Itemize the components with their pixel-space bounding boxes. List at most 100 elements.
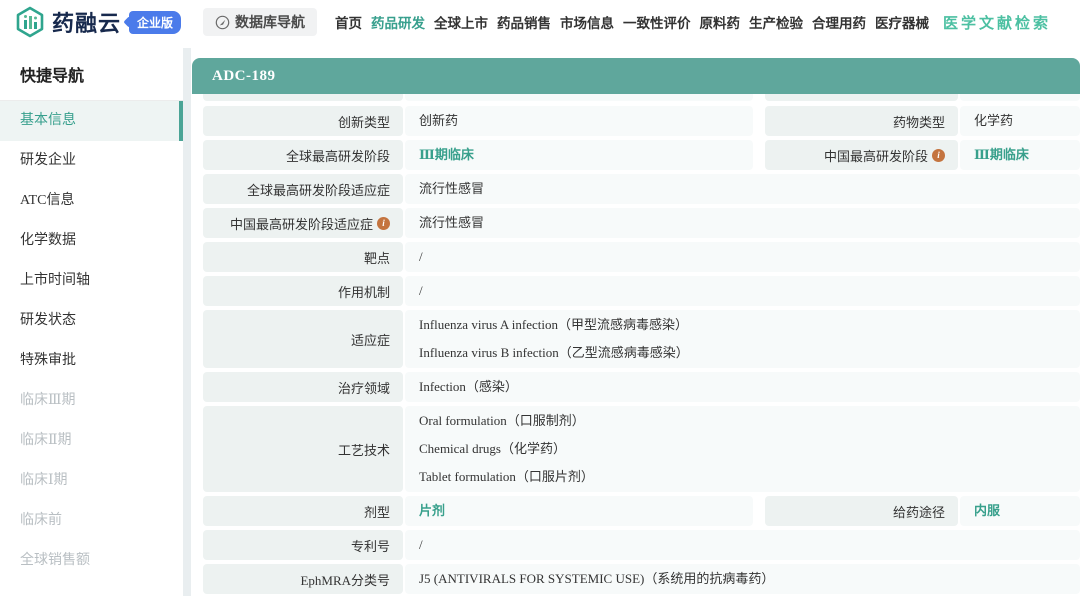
field-value: 创新药 <box>405 106 753 136</box>
value-text: / <box>419 531 1080 559</box>
sidebar-item[interactable]: 上市时间轴 <box>0 261 183 301</box>
sidebar-item: 临床Ⅲ期 <box>0 381 183 421</box>
value-text: Oral formulation（口服制剂） <box>419 407 1080 435</box>
sidebar-item[interactable]: 特殊审批 <box>0 341 183 381</box>
nav-item-link[interactable]: 原料药 <box>700 12 741 32</box>
nav-item-link[interactable]: 一致性评价 <box>623 12 691 32</box>
field-value: Ⅲ期临床 <box>405 140 753 170</box>
value-text: 流行性感冒 <box>419 209 1080 237</box>
database-nav-button[interactable]: 数据库导航 <box>203 8 317 36</box>
sidebar-item[interactable]: 基本信息 <box>0 101 183 141</box>
field-value: 片剂 <box>405 496 753 526</box>
field-value: Influenza virus A infection（甲型流感病毒感染）Inf… <box>405 310 1080 368</box>
sidebar-item[interactable]: 化学数据 <box>0 221 183 261</box>
sidebar-item: 临床Ⅰ期 <box>0 461 183 501</box>
table-row: 剂型片剂给药途径内服 <box>192 496 1080 526</box>
field-label: 药物类型 <box>765 106 958 136</box>
logo-text: 药融云 <box>52 6 121 38</box>
value-text: 流行性感冒 <box>419 175 1080 203</box>
sidebar-item[interactable]: ATC信息 <box>0 181 183 221</box>
main-nav: 首页药品研发全球上市药品销售市场信息一致性评价原料药生产检验合理用药医疗器械 <box>335 12 929 32</box>
table-row: 全球最高研发阶段 Ⅲ期临床中国最高研发阶段i Ⅲ期临床 <box>192 140 1080 170</box>
info-icon[interactable]: i <box>932 149 945 162</box>
field-label: 治疗领域 <box>203 372 403 402</box>
field-value: / <box>405 276 1080 306</box>
sidebar-content-divider <box>183 48 191 596</box>
field-label: EphMRA分类号 <box>203 564 403 594</box>
compass-icon <box>215 15 230 30</box>
table-row: 中国最高研发阶段适应症i 流行性感冒 <box>192 208 1080 238</box>
field-value: Ⅲ期临床 <box>960 140 1080 170</box>
table-row: 治疗领域 Infection（感染） <box>192 372 1080 402</box>
value-link[interactable]: 片剂 <box>419 497 753 525</box>
table-row: 作用机制/ <box>192 276 1080 306</box>
sidebar-item: 临床前 <box>0 501 183 541</box>
nav-item-link[interactable]: 市场信息 <box>560 12 614 32</box>
field-label: 中国最高研发阶段i <box>765 140 958 170</box>
drug-title-bar: ADC-189 <box>192 58 1080 94</box>
nav-item-link[interactable]: 药品销售 <box>497 12 551 32</box>
value-text: Tablet formulation（口服片剂） <box>419 463 1080 491</box>
field-label: 剂型 <box>203 496 403 526</box>
field-label: 作用机制 <box>203 276 403 306</box>
database-nav-label: 数据库导航 <box>235 12 305 32</box>
field-label: 创新类型 <box>203 106 403 136</box>
value-text: 化学药 <box>974 107 1080 135</box>
value-link[interactable]: 内服 <box>974 497 1080 525</box>
nav-item-link[interactable]: 合理用药 <box>812 12 866 32</box>
field-label: 全球最高研发阶段适应症 <box>203 174 403 204</box>
sidebar-title: 快捷导航 <box>0 48 183 100</box>
top-bar: 药融云 企业版 数据库导航 首页药品研发全球上市药品销售市场信息一致性评价原料药… <box>0 0 1080 44</box>
sidebar-item: 全球销售额 <box>0 541 183 581</box>
field-value: / <box>405 530 1080 560</box>
value-text: Infection（感染） <box>419 373 1080 401</box>
table-row: 适应症Influenza virus A infection（甲型流感病毒感染）… <box>192 310 1080 368</box>
value-text: J5 (ANTIVIRALS FOR SYSTEMIC USE)（系统用的抗病毒… <box>419 565 1080 593</box>
drug-detail-panel: ADC-189 创新类型创新药药物类型化学药全球最高研发阶段Ⅲ期临床中国最高研发… <box>192 58 1080 596</box>
table-row: 工艺技术Oral formulation（口服制剂）Chemical drugs… <box>192 406 1080 492</box>
enterprise-badge: 企业版 <box>129 11 181 34</box>
field-value: 内服 <box>960 496 1080 526</box>
value-text: Influenza virus A infection（甲型流感病毒感染） <box>419 311 1080 339</box>
field-label: 给药途径 <box>765 496 958 526</box>
table-row: 创新类型创新药药物类型化学药 <box>192 106 1080 136</box>
value-text: / <box>419 243 1080 271</box>
value-link[interactable]: Ⅲ期临床 <box>419 141 753 169</box>
nav-item-link[interactable]: 首页 <box>335 12 362 32</box>
info-icon[interactable]: i <box>377 217 390 230</box>
value-text: Influenza virus B infection（乙型流感病毒感染） <box>419 339 1080 367</box>
app-logo[interactable]: 药融云 企业版 <box>14 6 181 38</box>
field-label: 专利号 <box>203 530 403 560</box>
sidebar-item: 临床Ⅱ期 <box>0 421 183 461</box>
nav-item-link[interactable]: 医疗器械 <box>875 12 929 32</box>
table-row: 专利号 / <box>192 530 1080 560</box>
logo-hexagon-icon <box>14 6 46 38</box>
nav-item-link[interactable]: 生产检验 <box>749 12 803 32</box>
quick-nav-sidebar: 快捷导航 基本信息研发企业ATC信息化学数据上市时间轴研发状态特殊审批临床Ⅲ期临… <box>0 48 183 596</box>
field-label: 靶点 <box>203 242 403 272</box>
nav-item-link[interactable]: 全球上市 <box>434 12 488 32</box>
clipped-row <box>192 94 1080 101</box>
field-value: / <box>405 242 1080 272</box>
value-text: 创新药 <box>419 107 753 135</box>
field-value: Infection（感染） <box>405 372 1080 402</box>
field-label: 中国最高研发阶段适应症i <box>203 208 403 238</box>
table-row: 全球最高研发阶段适应症流行性感冒 <box>192 174 1080 204</box>
sidebar-item[interactable]: 研发企业 <box>0 141 183 181</box>
field-value: J5 (ANTIVIRALS FOR SYSTEMIC USE)（系统用的抗病毒… <box>405 564 1080 594</box>
field-label: 全球最高研发阶段 <box>203 140 403 170</box>
field-label: 工艺技术 <box>203 406 403 492</box>
value-text: Chemical drugs（化学药） <box>419 435 1080 463</box>
literature-search-link[interactable]: 医学文献检索 <box>943 12 1051 33</box>
field-value: Oral formulation（口服制剂）Chemical drugs（化学药… <box>405 406 1080 492</box>
field-value: 流行性感冒 <box>405 208 1080 238</box>
sidebar-item[interactable]: 研发状态 <box>0 301 183 341</box>
field-label: 适应症 <box>203 310 403 368</box>
field-value: 流行性感冒 <box>405 174 1080 204</box>
nav-item-active[interactable]: 药品研发 <box>371 12 425 32</box>
table-row: 靶点 / <box>192 242 1080 272</box>
field-value: 化学药 <box>960 106 1080 136</box>
table-row: EphMRA分类号 J5 (ANTIVIRALS FOR SYSTEMIC USE… <box>192 564 1080 594</box>
drug-name: ADC-189 <box>212 68 276 85</box>
value-link[interactable]: Ⅲ期临床 <box>974 141 1080 169</box>
